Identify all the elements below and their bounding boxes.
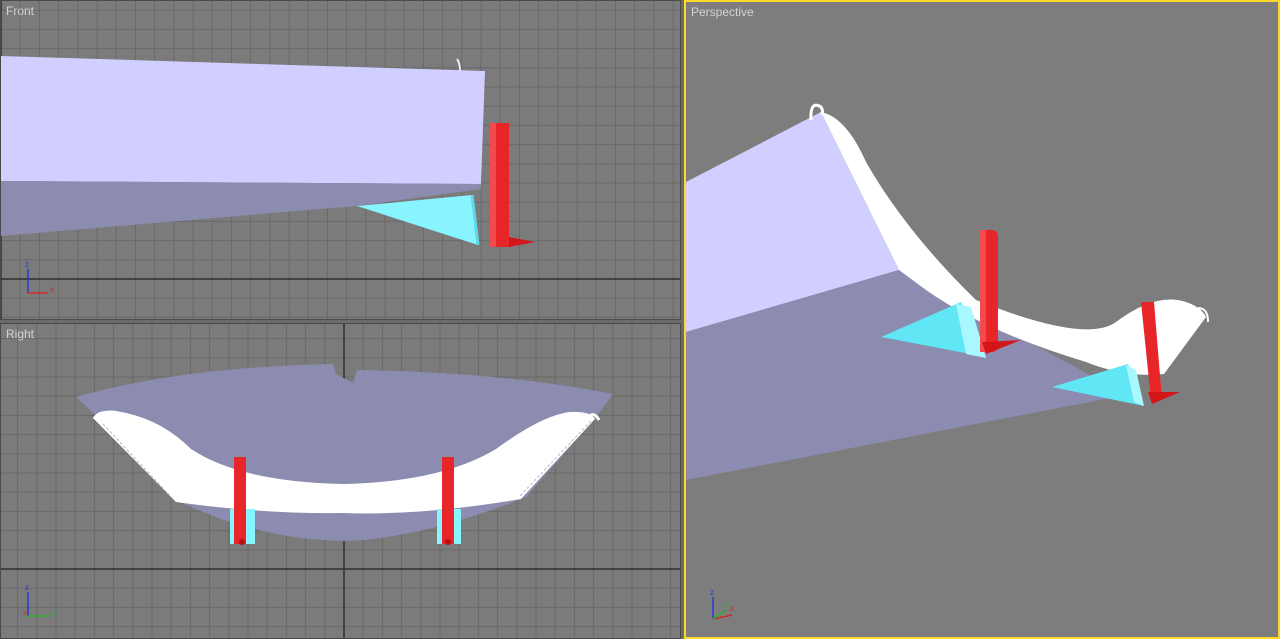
hull-top-face bbox=[1, 56, 485, 184]
axis-label-h: y bbox=[51, 608, 55, 617]
post-near-highlight bbox=[980, 230, 986, 352]
viewport-perspective[interactable]: z x y Perspective bbox=[684, 0, 1280, 639]
post-left-tip bbox=[239, 539, 245, 545]
axis-label-h: x bbox=[730, 604, 734, 613]
hook-top bbox=[456, 58, 461, 72]
axis-x-dot: x bbox=[23, 608, 27, 617]
axis-label-v: z bbox=[25, 260, 29, 269]
axis-label-v: z bbox=[25, 583, 29, 592]
axis-label-d: y bbox=[726, 600, 730, 609]
axis-tripod-perspective: z x y bbox=[710, 588, 734, 620]
post-arrow bbox=[509, 237, 535, 247]
post-right-tip bbox=[445, 539, 451, 545]
post-left bbox=[234, 457, 246, 544]
viewport-label-front[interactable]: Front bbox=[6, 4, 34, 18]
axis-label-h: x bbox=[50, 285, 54, 294]
right-canvas[interactable]: z y x bbox=[1, 324, 681, 639]
viewport-right[interactable]: z y x Right bbox=[0, 323, 681, 639]
axis-label-v: z bbox=[710, 588, 714, 597]
front-canvas[interactable]: z x bbox=[1, 1, 681, 320]
post-right bbox=[442, 457, 454, 544]
post-highlight bbox=[490, 123, 496, 247]
viewport-label-right[interactable]: Right bbox=[6, 327, 34, 341]
viewport-label-perspective[interactable]: Perspective bbox=[691, 5, 754, 19]
viewport-front[interactable]: z x Front bbox=[0, 0, 681, 320]
post-far-arrow bbox=[1148, 392, 1180, 404]
perspective-canvas[interactable]: z x y bbox=[686, 2, 1278, 637]
